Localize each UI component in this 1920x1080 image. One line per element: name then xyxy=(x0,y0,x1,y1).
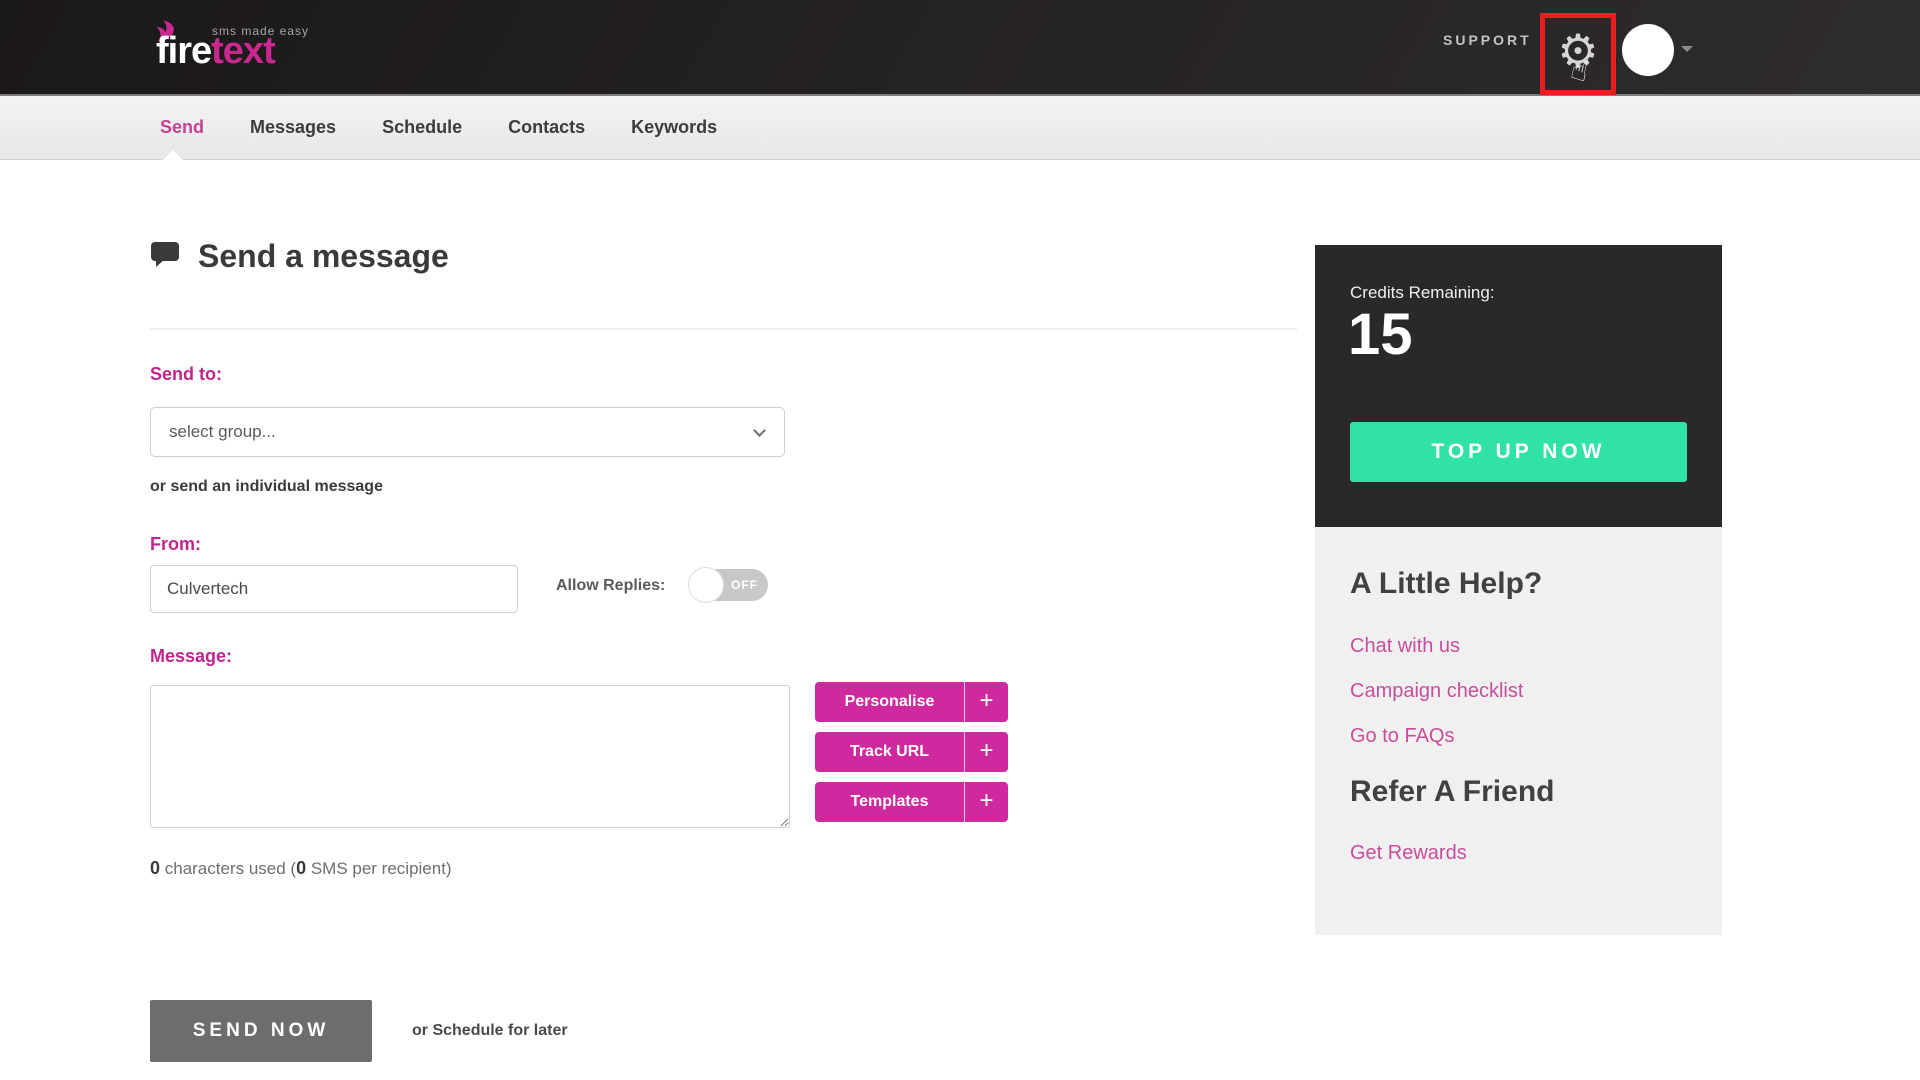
logo-word-fire: fire xyxy=(156,30,212,72)
nav-tab-send[interactable]: Send xyxy=(160,117,204,138)
sms-count: 0 xyxy=(296,858,307,878)
chevron-down-icon xyxy=(753,424,766,437)
plus-icon[interactable]: + xyxy=(965,782,1008,822)
toggle-state-label: OFF xyxy=(731,578,758,592)
send-now-button[interactable]: SEND NOW xyxy=(150,1000,372,1062)
avatar-dropdown-caret-icon[interactable] xyxy=(1681,46,1693,52)
character-counter: 0 characters used (0 SMS per recipient) xyxy=(150,858,452,879)
personalise-button[interactable]: Personalise + xyxy=(815,682,1008,722)
message-textarea[interactable] xyxy=(150,685,790,828)
firetext-send-page: sms made easy firetext SUPPORT ⚙ ☝ Send … xyxy=(0,0,1920,1080)
chat-with-us-link[interactable]: Chat with us xyxy=(1350,635,1460,658)
campaign-checklist-link[interactable]: Campaign checklist xyxy=(1350,680,1523,703)
allow-replies-label: Allow Replies: xyxy=(556,577,666,594)
top-header-bar: sms made easy firetext SUPPORT ⚙ ☝ xyxy=(0,0,1920,96)
nav-tab-messages[interactable]: Messages xyxy=(250,117,336,138)
credits-panel: Credits Remaining: 15 TOP UP NOW xyxy=(1315,245,1722,527)
from-input[interactable] xyxy=(150,565,518,613)
main-nav: Send Messages Schedule Contacts Keywords xyxy=(0,96,1920,160)
support-link[interactable]: SUPPORT xyxy=(1443,32,1532,48)
logo-wordmark: firetext xyxy=(156,30,276,73)
logo-word-text: text xyxy=(211,30,276,72)
active-tab-notch xyxy=(163,150,183,160)
firetext-logo[interactable]: sms made easy firetext xyxy=(148,8,368,88)
sms-count-text: SMS per recipient) xyxy=(306,859,452,878)
toggle-knob xyxy=(688,567,724,603)
gear-icon[interactable]: ⚙ xyxy=(1557,28,1598,74)
track-url-button-label: Track URL xyxy=(815,732,965,772)
personalise-button-label: Personalise xyxy=(815,682,965,722)
user-avatar[interactable] xyxy=(1622,24,1674,76)
help-panel: A Little Help? Chat with us Campaign che… xyxy=(1315,527,1722,935)
top-up-now-button[interactable]: TOP UP NOW xyxy=(1350,422,1687,482)
refer-a-friend-title: Refer A Friend xyxy=(1350,775,1555,808)
plus-icon[interactable]: + xyxy=(965,732,1008,772)
get-rewards-link[interactable]: Get Rewards xyxy=(1350,842,1467,865)
individual-message-link[interactable]: or send an individual message xyxy=(150,478,383,496)
nav-tab-keywords[interactable]: Keywords xyxy=(631,117,717,138)
group-select-value: select group... xyxy=(169,422,276,441)
templates-button-label: Templates xyxy=(815,782,965,822)
track-url-button[interactable]: Track URL + xyxy=(815,732,1008,772)
credits-remaining-label: Credits Remaining: xyxy=(1350,283,1495,302)
message-label: Message: xyxy=(150,646,233,666)
page-title-row: Send a message xyxy=(150,238,449,275)
plus-icon[interactable]: + xyxy=(965,682,1008,722)
send-to-label: Send to: xyxy=(150,364,222,384)
char-count-text: characters used ( xyxy=(160,859,297,878)
nav-tab-schedule[interactable]: Schedule xyxy=(382,117,462,138)
help-panel-title: A Little Help? xyxy=(1350,567,1543,600)
allow-replies-toggle[interactable]: OFF xyxy=(688,567,768,603)
nav-tab-contacts[interactable]: Contacts xyxy=(508,117,585,138)
page-title: Send a message xyxy=(198,238,449,274)
title-divider xyxy=(150,328,1297,330)
schedule-for-later-link[interactable]: or Schedule for later xyxy=(412,1022,568,1040)
char-count: 0 xyxy=(150,858,161,878)
templates-button[interactable]: Templates + xyxy=(815,782,1008,822)
from-label: From: xyxy=(150,534,201,554)
credits-remaining-value: 15 xyxy=(1348,302,1413,367)
speech-bubble-icon xyxy=(150,240,180,273)
group-select[interactable]: select group... xyxy=(150,407,785,457)
settings-annotation-box: ⚙ ☝ xyxy=(1540,13,1616,95)
go-to-faqs-link[interactable]: Go to FAQs xyxy=(1350,725,1454,748)
